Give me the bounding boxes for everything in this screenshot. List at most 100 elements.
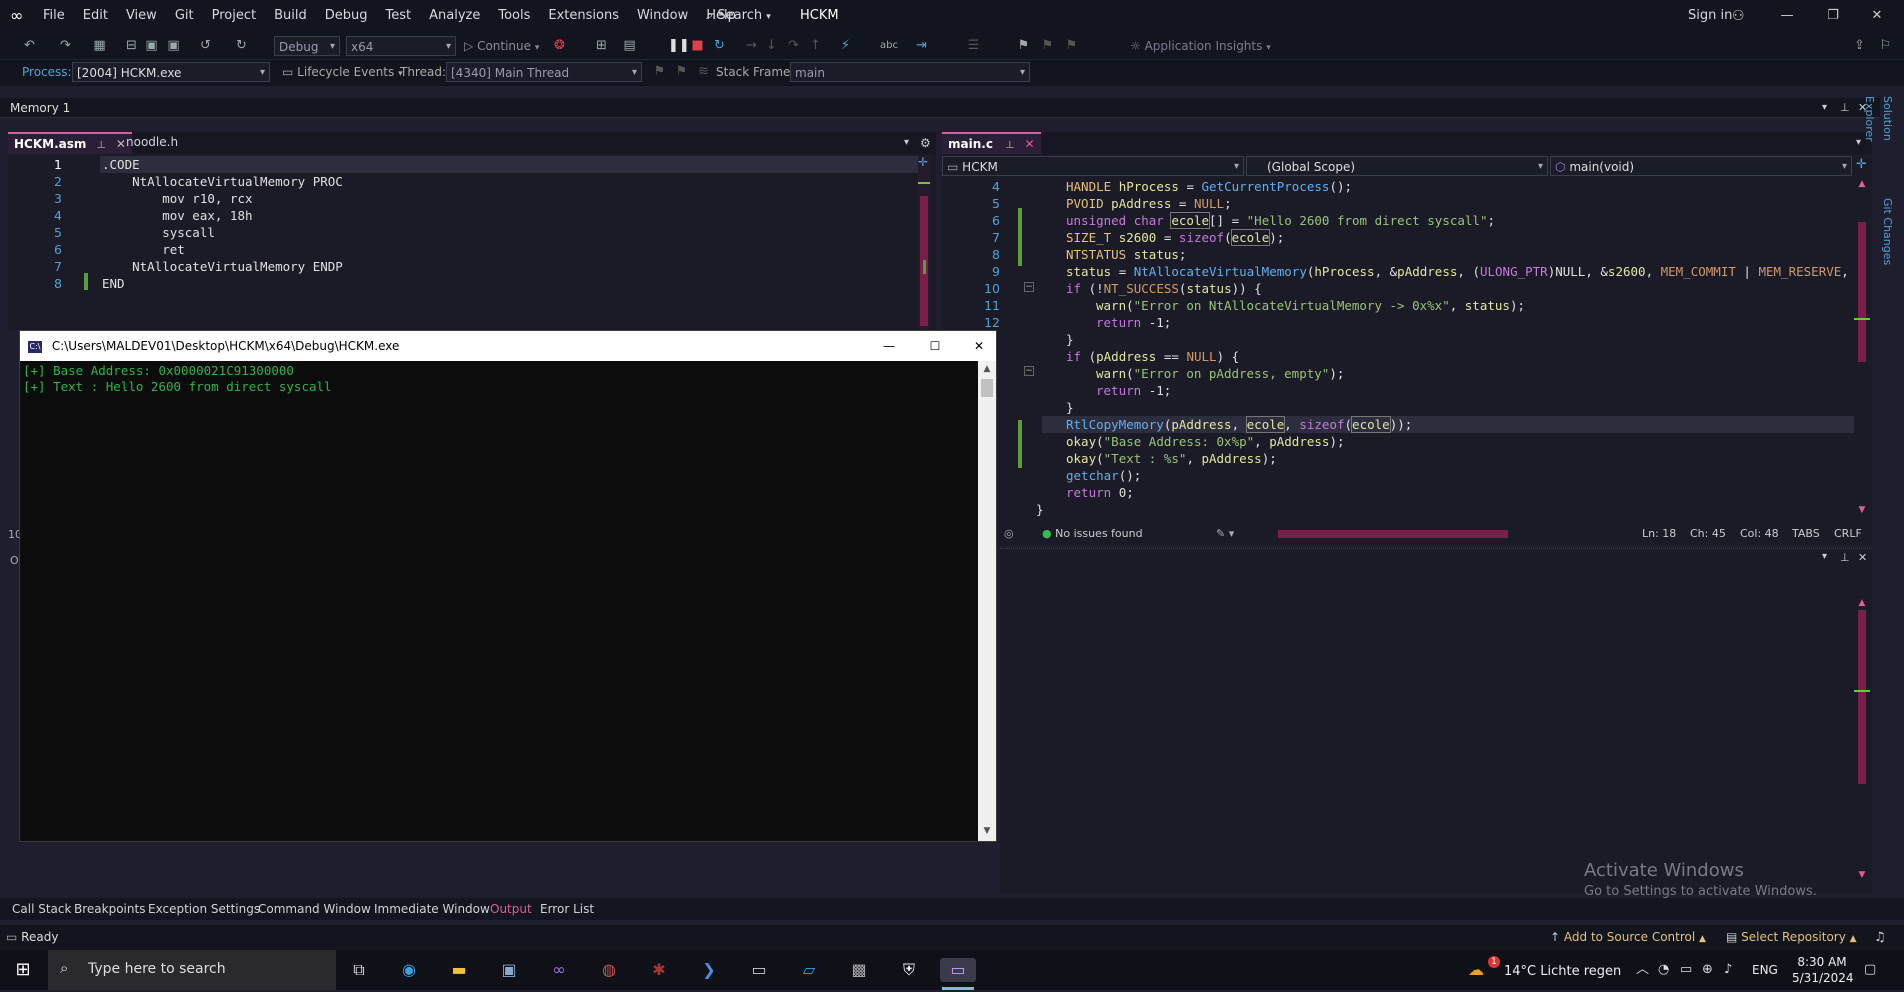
console-scrollbar[interactable]: ▲ ▼ — [978, 361, 996, 841]
console-window[interactable]: C:\ C:\Users\MALDEV01\Desktop\HCKM\x64\D… — [19, 330, 997, 842]
visual-studio-icon[interactable]: ∞ — [546, 958, 572, 982]
task-view-icon[interactable]: ⧉ — [346, 958, 372, 982]
restart-icon[interactable]: ↻ — [712, 38, 727, 53]
console-taskbar-icon[interactable]: ▭ — [940, 958, 976, 982]
scroll-thumb[interactable] — [1278, 530, 1508, 538]
pin-tab-icon[interactable]: ⊥ — [97, 140, 106, 151]
tab-list-icon[interactable]: ▾ — [904, 132, 909, 154]
scroll-up-icon[interactable]: ▲ — [1854, 598, 1870, 608]
flag-icon[interactable]: ⚑ — [652, 64, 667, 79]
scroll-up-icon[interactable]: ▲ — [1854, 178, 1870, 190]
taskbar-search-box[interactable]: ⌕ Type here to search — [48, 950, 336, 990]
tab-call-stack[interactable]: Call Stack — [12, 898, 71, 920]
menu-view[interactable]: View — [117, 0, 166, 32]
scope-combo[interactable]: (Global Scope) — [1246, 156, 1548, 177]
tab-noodle-h[interactable]: noodle.h — [120, 132, 184, 152]
weather-widget[interactable]: ☁ 1 14°C Lichte regen — [1468, 950, 1621, 992]
configuration-combo[interactable]: Debug — [274, 36, 340, 57]
tab-exception-settings[interactable]: Exception Settings — [148, 898, 260, 920]
new-project-icon[interactable]: ▦ — [92, 38, 107, 53]
copilot-icon[interactable]: ◎ — [1004, 524, 1014, 544]
console-minimize-button[interactable]: — — [878, 331, 900, 361]
pin-icon[interactable]: ⊥ — [1840, 551, 1850, 564]
split-icon[interactable]: ✛ — [1856, 158, 1870, 172]
back-icon[interactable]: ↶ — [22, 38, 37, 53]
tab-main-c[interactable]: main.c ⊥ ✕ — [942, 132, 1041, 154]
tab-hckm-asm[interactable]: HCKM.asm ⊥ ✕ — [8, 132, 132, 154]
menu-edit[interactable]: Edit — [74, 0, 117, 32]
minimize-button[interactable]: — — [1776, 0, 1798, 32]
thread-combo[interactable]: [4340] Main Thread — [446, 62, 642, 83]
powershell-icon[interactable]: ❯ — [696, 958, 722, 982]
bookmark-prev-icon[interactable]: ⚑ — [1040, 38, 1055, 53]
restore-button[interactable]: ❐ — [1822, 0, 1844, 32]
save-icon[interactable]: ▣ — [144, 38, 159, 53]
application-insights-button[interactable]: ☼ Application Insights ▾ — [1130, 36, 1271, 56]
battery-icon[interactable]: ▭ — [1680, 950, 1692, 990]
tab-immediate-window[interactable]: Immediate Window — [374, 898, 490, 920]
project-combo[interactable]: ▭ HCKM — [942, 156, 1244, 177]
split-icon[interactable]: ✛ — [918, 156, 930, 168]
step-over-icon[interactable]: ↷ — [786, 38, 801, 53]
vs-logo-icon[interactable]: ∞ — [10, 6, 32, 26]
platform-combo[interactable]: x64 — [346, 36, 456, 57]
terminal-icon[interactable]: ▭ — [746, 958, 772, 982]
tabs-indicator[interactable]: TABS — [1792, 524, 1820, 544]
scroll-thumb[interactable] — [981, 379, 993, 397]
output-scrollbar[interactable]: ▲ ▼ — [1854, 598, 1870, 888]
notepad-icon[interactable]: ▣ — [496, 958, 522, 982]
sign-in-link[interactable]: Sign in — [1688, 0, 1732, 32]
diagnostics-icon[interactable]: ⚡ — [838, 38, 853, 53]
file-explorer-icon[interactable]: ▬ — [446, 958, 472, 982]
console-output[interactable]: [+] Base Address: 0x0000021C91300000 [+]… — [20, 361, 978, 841]
scroll-down-icon[interactable]: ▼ — [1854, 870, 1870, 880]
step-out-icon[interactable]: ↑ — [808, 38, 823, 53]
bug-icon[interactable]: ✱ — [646, 958, 672, 982]
char-indicator[interactable]: Ch: 45 — [1690, 524, 1726, 544]
tray-chevron-icon[interactable]: ︿ — [1636, 950, 1649, 990]
bookmark-icon[interactable]: ⚑ — [1016, 38, 1031, 53]
scroll-down-icon[interactable]: ▼ — [978, 823, 996, 839]
scroll-thumb[interactable] — [1858, 222, 1866, 362]
search-menu[interactable]: ⌕ Search ▾ — [706, 0, 771, 33]
git-changes-side-tab[interactable]: Git Changes — [1878, 198, 1896, 268]
stop-icon[interactable]: ■ — [690, 38, 705, 53]
comment-icon[interactable]: ☰ — [966, 38, 981, 53]
bookmark-next-icon[interactable]: ⚑ — [1064, 38, 1079, 53]
tab-output[interactable]: Output — [490, 898, 532, 920]
pin-tab-icon[interactable]: ⊥ — [1005, 140, 1014, 151]
spell-check-icon[interactable]: abc — [880, 38, 898, 53]
right-editor-scrollbar[interactable]: ▲ ▼ — [1854, 178, 1870, 518]
console-close-button[interactable]: ✕ — [968, 331, 990, 361]
settings-gear-icon[interactable]: ⚙ — [920, 132, 931, 154]
remote-desktop-icon[interactable]: ▱ — [796, 958, 822, 982]
show-next-statement-icon[interactable]: → — [744, 38, 759, 53]
menu-window[interactable]: Window — [628, 0, 697, 32]
stack-frame-combo[interactable]: main — [790, 62, 1030, 83]
indent-icon[interactable]: ⇥ — [914, 38, 929, 53]
undo-icon[interactable]: ↺ — [198, 38, 213, 53]
line-ending-indicator[interactable]: CRLF — [1834, 524, 1862, 544]
hot-reload-icon[interactable]: ❂ — [552, 38, 567, 53]
save-all-icon[interactable]: ▣ — [166, 38, 181, 53]
line-indicator[interactable]: Ln: 18 — [1642, 524, 1676, 544]
menu-git[interactable]: Git — [166, 0, 203, 32]
add-to-source-control-button[interactable]: ↑ Add to Source Control ▲ — [1550, 925, 1706, 952]
notifications-icon[interactable]: ♫ — [1874, 925, 1886, 950]
clock[interactable]: 8:30 AM 5/31/2024 — [1792, 954, 1854, 986]
step-into-icon[interactable]: ↓ — [764, 38, 779, 53]
cleanup-icon[interactable]: ✎ ▾ — [1216, 524, 1234, 544]
pin-icon[interactable]: ⊥ — [1840, 98, 1850, 118]
no-issues-indicator[interactable]: ● No issues found — [1042, 524, 1143, 544]
forward-icon[interactable]: ↷ — [58, 38, 73, 53]
menu-tools[interactable]: Tools — [489, 0, 539, 32]
edge-icon[interactable]: ◉ — [396, 958, 422, 982]
close-button[interactable]: ✕ — [1866, 0, 1888, 32]
scroll-up-icon[interactable]: ▲ — [978, 361, 996, 377]
console-title-bar[interactable]: C:\ C:\Users\MALDEV01\Desktop\HCKM\x64\D… — [20, 331, 996, 361]
process-combo[interactable]: [2004] HCKM.exe — [72, 62, 270, 83]
feedback-icon[interactable]: ⚐ — [1878, 38, 1893, 53]
layout-icon[interactable]: ▤ — [622, 38, 637, 53]
action-center-icon[interactable]: ▢ — [1864, 950, 1876, 990]
horizontal-scrollbar[interactable] — [1268, 530, 1608, 538]
